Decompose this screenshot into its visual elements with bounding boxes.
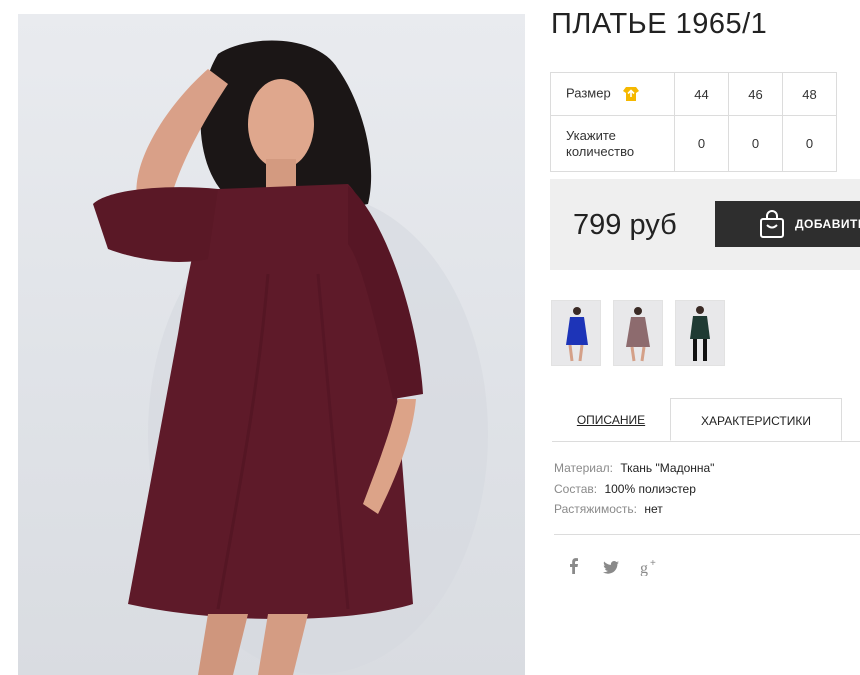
- quantity-input-46[interactable]: 0: [728, 115, 783, 172]
- size-chart-icon[interactable]: [622, 85, 640, 103]
- shopping-bag-icon: [759, 210, 785, 241]
- add-to-cart-label: ДОБАВИТЬ: [795, 217, 860, 231]
- svg-text:+: +: [650, 558, 656, 569]
- quantity-input-48[interactable]: 0: [782, 115, 837, 172]
- property-key: Растяжимость:: [554, 502, 638, 516]
- twitter-icon[interactable]: [603, 561, 619, 577]
- thumbnail-blue[interactable]: [551, 300, 601, 366]
- size-option-44[interactable]: 44: [674, 72, 729, 116]
- thumbnail-green[interactable]: [675, 300, 725, 366]
- facebook-icon[interactable]: [568, 558, 580, 577]
- size-option-46[interactable]: 46: [728, 72, 783, 116]
- property-value: нет: [644, 502, 663, 516]
- tab-description[interactable]: ОПИСАНИЕ: [552, 398, 670, 442]
- product-tabs: ОПИСАНИЕ ХАРАКТЕРИСТИКИ: [552, 398, 860, 442]
- product-title: ПЛАТЬЕ 1965/1: [551, 8, 768, 40]
- property-row: Растяжимость: нет: [554, 499, 714, 520]
- size-row-label: Размер: [550, 72, 675, 116]
- model-illustration: [93, 40, 488, 675]
- property-key: Материал:: [554, 461, 613, 475]
- svg-text:g: g: [640, 560, 648, 576]
- tab-characteristics[interactable]: ХАРАКТЕРИСТИКИ: [670, 398, 842, 441]
- quantity-input-44[interactable]: 0: [674, 115, 729, 172]
- product-photo[interactable]: [18, 14, 525, 675]
- property-row: Состав: 100% полиэстер: [554, 479, 714, 500]
- property-key: Состав:: [554, 481, 598, 496]
- property-value: Ткань "Мадонна": [620, 461, 715, 475]
- google-plus-icon[interactable]: g +: [640, 558, 660, 579]
- product-price: 799 руб: [573, 209, 677, 241]
- add-to-cart-button[interactable]: ДОБАВИТЬ: [715, 201, 860, 247]
- thumbnail-burgundy[interactable]: [613, 300, 663, 366]
- property-row: Материал: Ткань "Мадонна": [554, 458, 714, 479]
- price-panel: 799 руб ДОБАВИТЬ: [550, 179, 860, 270]
- quantity-row-label: Укажите количество: [550, 115, 675, 172]
- section-divider: [554, 534, 860, 535]
- property-value: 100% полиэстер: [604, 481, 696, 496]
- size-option-48[interactable]: 48: [782, 72, 837, 116]
- characteristics-list: Материал: Ткань "Мадонна" Состав: 100% п…: [554, 458, 714, 520]
- size-quantity-table: Размер 44 46 48 Укажите количество 0 0 0: [550, 72, 837, 172]
